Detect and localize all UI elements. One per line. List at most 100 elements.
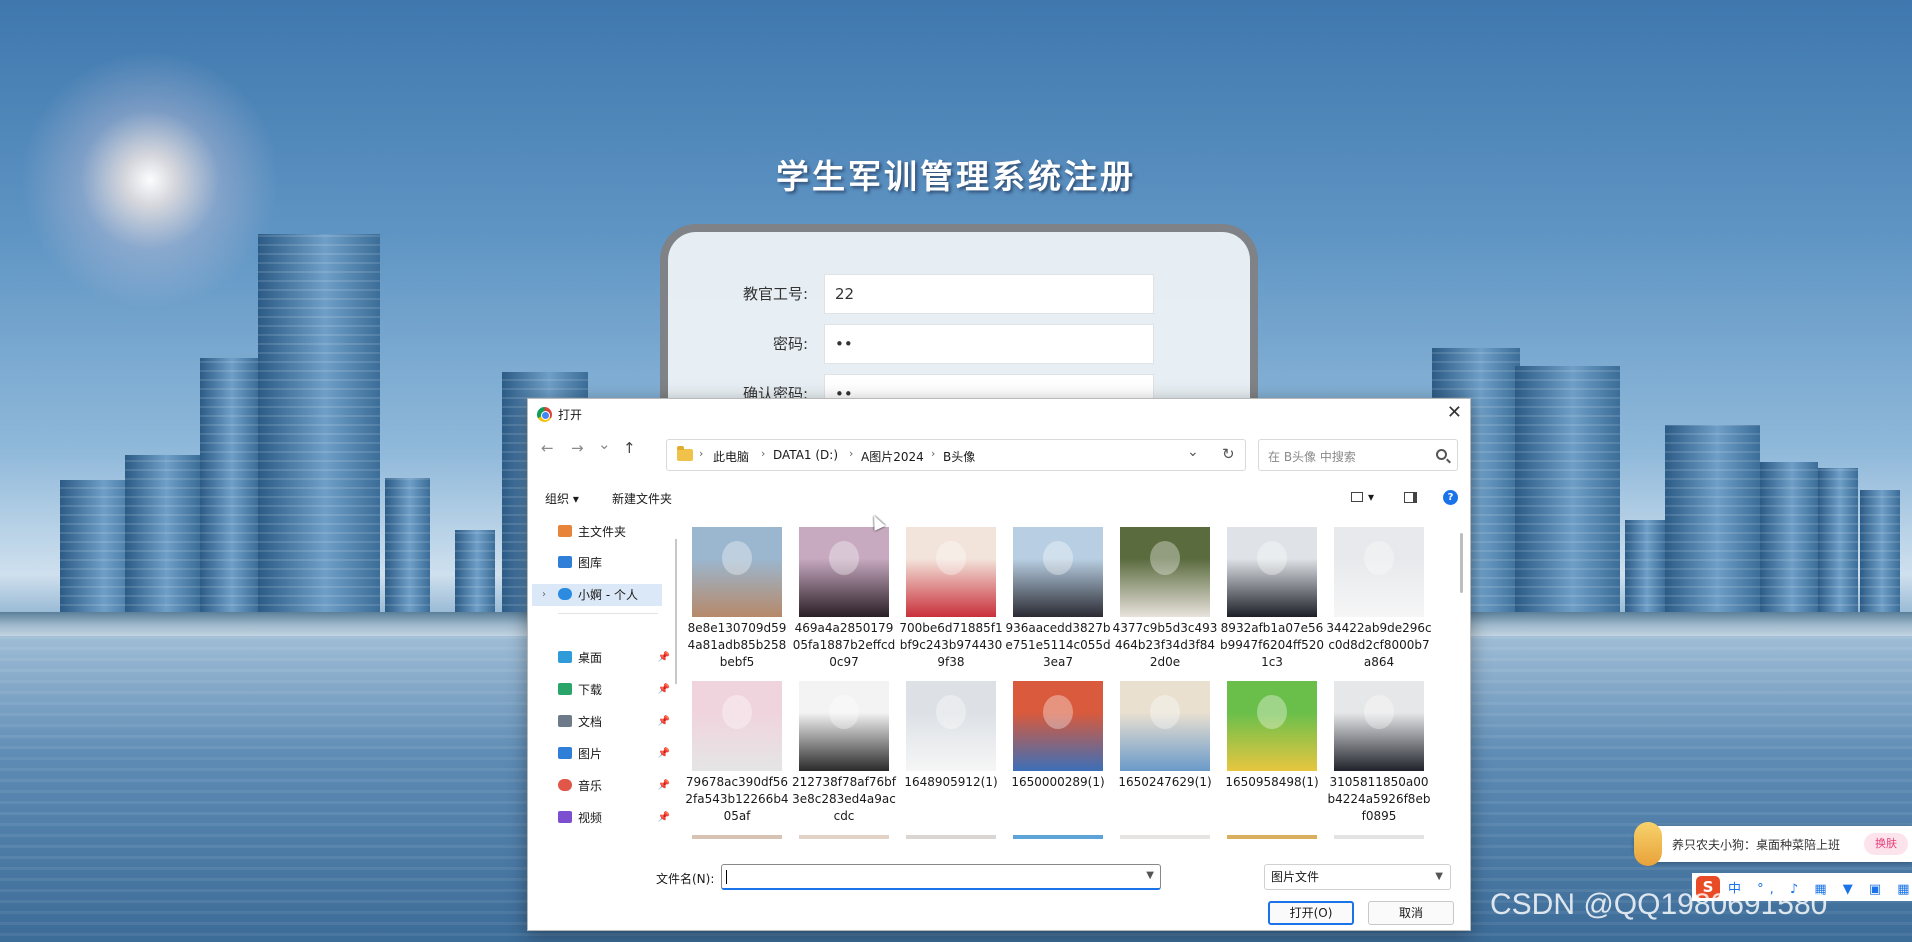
help-icon[interactable]: ? bbox=[1443, 490, 1458, 505]
image-thumbnail bbox=[1013, 527, 1103, 617]
sidebar-item-pictures[interactable]: 图片 📌 bbox=[558, 743, 670, 765]
up-icon[interactable]: ↑ bbox=[623, 439, 636, 457]
sidebar-item-label: 主文件夹 bbox=[578, 525, 627, 539]
music-icon bbox=[558, 779, 572, 791]
breadcrumb-folder[interactable]: A图片2024 bbox=[861, 448, 924, 465]
building bbox=[385, 478, 430, 615]
breadcrumb-current[interactable]: B头像 bbox=[943, 448, 975, 465]
videos-icon bbox=[558, 811, 572, 823]
breadcrumb-drive[interactable]: DATA1 (D:) bbox=[773, 448, 838, 462]
chevron-right-icon: › bbox=[699, 447, 704, 460]
building bbox=[125, 455, 200, 615]
view-dropdown-icon[interactable]: ▾ bbox=[1368, 490, 1374, 504]
file-name: 469a4a285017905fa1887b2effcd0c97 bbox=[792, 621, 896, 669]
sidebar-item-home[interactable]: 主文件夹 bbox=[558, 521, 626, 543]
refresh-icon[interactable]: ↻ bbox=[1222, 445, 1235, 463]
pin-icon[interactable]: 📌 bbox=[658, 807, 670, 829]
chevron-right-icon: › bbox=[761, 447, 766, 460]
search-box[interactable]: 在 B头像 中搜索 bbox=[1258, 439, 1458, 471]
sidebar-item-label: 音乐 bbox=[578, 779, 603, 793]
image-thumbnail bbox=[1120, 681, 1210, 771]
dialog-titlebar[interactable]: 打开 ✕ bbox=[528, 399, 1470, 429]
open-button[interactable]: 打开(O) bbox=[1268, 901, 1354, 925]
address-bar[interactable]: › 此电脑 › DATA1 (D:) › A图片2024 › B头像 ⌄ ↻ bbox=[666, 439, 1246, 471]
sidebar-item-music[interactable]: 音乐 📌 bbox=[558, 775, 670, 797]
preview-pane-icon[interactable] bbox=[1404, 492, 1417, 503]
image-thumbnail bbox=[1227, 835, 1317, 839]
building bbox=[1665, 425, 1760, 615]
file-name: 1650000289(1) bbox=[1011, 775, 1105, 789]
thumbnail-subject bbox=[1364, 541, 1394, 575]
thumbnail-subject bbox=[1043, 695, 1073, 729]
chrome-icon bbox=[537, 407, 552, 422]
building bbox=[1515, 366, 1620, 615]
breadcrumb-this-pc[interactable]: 此电脑 bbox=[713, 448, 749, 465]
thumbnail-subject bbox=[1257, 541, 1287, 575]
image-thumbnail bbox=[906, 681, 996, 771]
file-name: 936aacedd3827be751e5114c055d3ea7 bbox=[1005, 621, 1111, 669]
back-icon[interactable]: ← bbox=[541, 439, 554, 457]
building bbox=[1625, 520, 1665, 615]
file-name: 3105811850a00b4224a5926f8ebf0895 bbox=[1327, 775, 1431, 823]
thumbnail-subject bbox=[936, 695, 966, 729]
instructor-id-label: 教官工号: bbox=[742, 285, 808, 303]
password-input[interactable]: •• bbox=[824, 324, 1154, 364]
notification-text: 养只农夫小狗：桌面种菜陪上班 bbox=[1672, 838, 1841, 852]
forward-icon[interactable]: → bbox=[571, 439, 584, 457]
close-icon[interactable]: ✕ bbox=[1447, 402, 1462, 423]
password-label: 密码: bbox=[772, 335, 808, 353]
watermark: CSDN @QQ1980691580 bbox=[1490, 888, 1828, 921]
thumbnail-subject bbox=[1150, 541, 1180, 575]
desktop-pet-notification[interactable]: 养只农夫小狗：桌面种菜陪上班 换肤 bbox=[1634, 822, 1912, 866]
sidebar-item-desktop[interactable]: 桌面 📌 bbox=[558, 647, 670, 669]
sidebar-item-label: 图片 bbox=[578, 747, 603, 761]
address-dropdown-icon[interactable]: ⌄ bbox=[1187, 444, 1199, 460]
building bbox=[200, 358, 258, 615]
image-thumbnail bbox=[799, 835, 889, 839]
sidebar-item-downloads[interactable]: 下载 📌 bbox=[558, 679, 670, 701]
file-name: 34422ab9de296cc0d8d2cf8000b7a864 bbox=[1326, 621, 1432, 669]
view-options-icon[interactable] bbox=[1351, 492, 1363, 502]
building bbox=[1818, 468, 1858, 615]
pin-icon[interactable]: 📌 bbox=[658, 679, 670, 701]
sidebar-item-onedrive[interactable]: › 小婀 - 个人 bbox=[532, 584, 662, 606]
filetype-select[interactable]: 图片文件 ▼ bbox=[1264, 864, 1451, 890]
sidebar-item-gallery[interactable]: 图库 bbox=[558, 552, 602, 574]
thumbnail-subject bbox=[829, 695, 859, 729]
pane-splitter[interactable] bbox=[675, 539, 677, 684]
file-name: 1650958498(1) bbox=[1225, 775, 1319, 789]
pin-icon[interactable]: 📌 bbox=[658, 647, 670, 669]
organize-button[interactable]: 组织 ▾ bbox=[545, 490, 579, 507]
sidebar-item-label: 视频 bbox=[578, 811, 603, 825]
chevron-down-icon[interactable]: ▼ bbox=[1146, 870, 1154, 881]
thumbnail-subject bbox=[722, 695, 752, 729]
sidebar-item-documents[interactable]: 文档 📌 bbox=[558, 711, 670, 733]
home-icon bbox=[558, 525, 572, 537]
pin-icon[interactable]: 📌 bbox=[658, 711, 670, 733]
image-thumbnail bbox=[1334, 835, 1424, 839]
search-icon bbox=[1436, 449, 1447, 460]
image-thumbnail bbox=[692, 835, 782, 839]
file-name: 700be6d71885f1bf9c243b9744309f38 bbox=[899, 621, 1003, 669]
documents-icon bbox=[558, 715, 572, 727]
new-folder-button[interactable]: 新建文件夹 bbox=[612, 490, 672, 507]
image-thumbnail bbox=[1227, 681, 1317, 771]
sidebar-item-videos[interactable]: 视频 📌 bbox=[558, 807, 670, 829]
search-input[interactable]: 在 B头像 中搜索 bbox=[1268, 448, 1356, 465]
scrollbar[interactable] bbox=[1460, 533, 1463, 593]
thumbnail-subject bbox=[1043, 541, 1073, 575]
image-thumbnail bbox=[1120, 835, 1210, 839]
instructor-id-input[interactable]: 22 bbox=[824, 274, 1154, 314]
divider bbox=[558, 613, 658, 614]
image-thumbnail bbox=[1227, 527, 1317, 617]
cancel-button[interactable]: 取消 bbox=[1368, 901, 1454, 925]
filename-input[interactable]: ▼ bbox=[721, 864, 1161, 890]
change-skin-button[interactable]: 换肤 bbox=[1864, 833, 1908, 855]
pin-icon[interactable]: 📌 bbox=[658, 743, 670, 765]
register-card: 教官工号: 22 密码: •• 确认密码: •• bbox=[660, 224, 1258, 424]
expand-icon[interactable]: › bbox=[542, 584, 546, 606]
pin-icon[interactable]: 📌 bbox=[658, 775, 670, 797]
thumbnail-subject bbox=[722, 541, 752, 575]
recent-locations-icon[interactable]: ⌄ bbox=[598, 435, 611, 453]
building bbox=[1860, 490, 1900, 615]
